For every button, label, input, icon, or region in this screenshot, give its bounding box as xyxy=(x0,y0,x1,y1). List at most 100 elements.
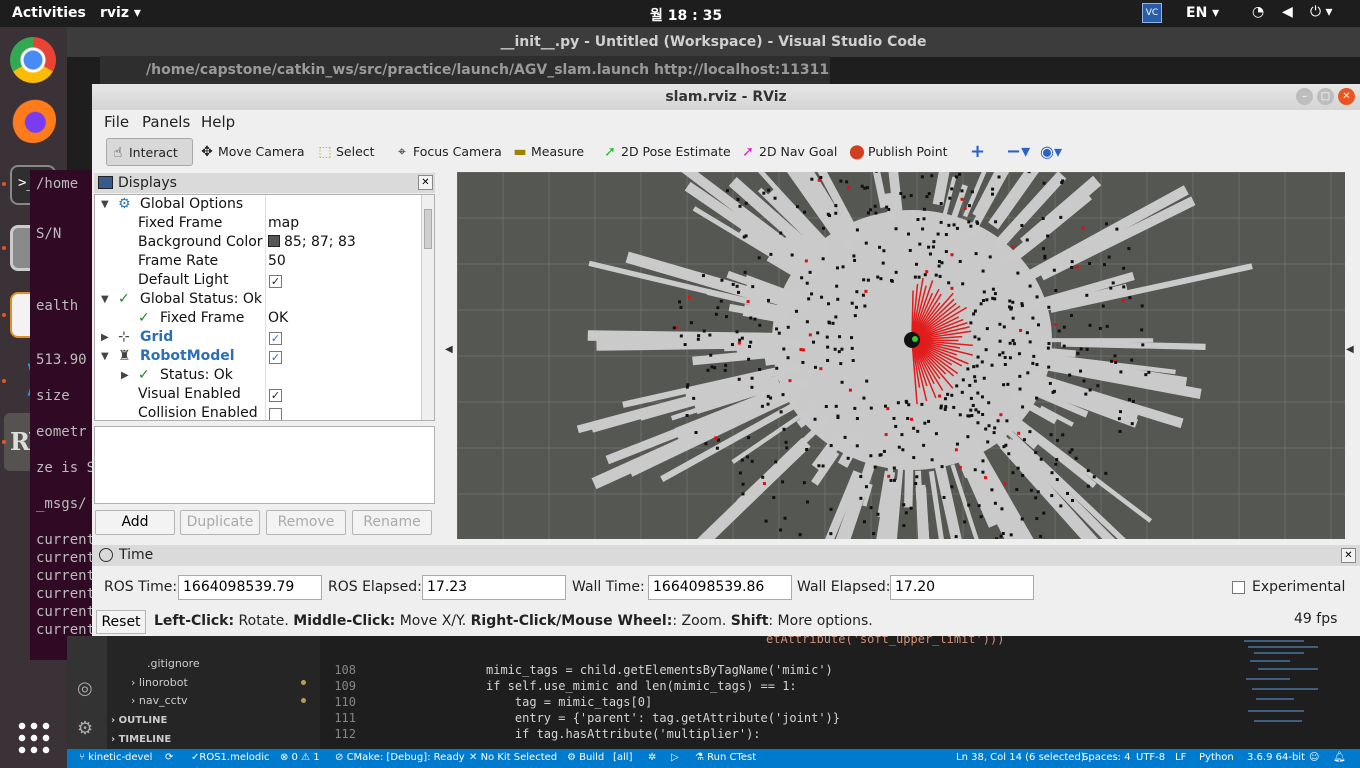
sync-icon[interactable]: ⟳ xyxy=(165,752,173,763)
problems-status[interactable]: ⊗ 0 ⚠ 1 xyxy=(280,752,320,763)
volume-icon[interactable]: ◀ xyxy=(1282,4,1293,20)
remove-display-button[interactable]: Remove xyxy=(266,510,346,535)
encoding[interactable]: UTF-8 xyxy=(1136,752,1165,763)
ros-time-field[interactable]: 1664098539.79 xyxy=(178,575,322,600)
maximize-button[interactable]: □ xyxy=(1317,88,1334,105)
feedback-icon[interactable]: ☺ xyxy=(1309,752,1319,763)
expand-arrow-icon[interactable]: ▼ xyxy=(101,294,109,305)
minimap[interactable] xyxy=(1228,636,1348,750)
collapse-left-panel-arrow-icon[interactable]: ◀ xyxy=(445,344,453,355)
wall-time-field[interactable]: 1664098539.86 xyxy=(648,575,792,600)
build-target[interactable]: [all] xyxy=(613,752,633,763)
remove-tool-button[interactable]: −▾ xyxy=(1006,138,1030,166)
grid-checkbox[interactable]: ✓ xyxy=(269,332,282,345)
rename-display-button[interactable]: Rename xyxy=(352,510,432,535)
row-value[interactable]: 50 xyxy=(268,253,286,269)
tree-row-visual-enabled[interactable]: Visual Enabled ✓ xyxy=(95,386,421,405)
tree-row-status-fixed-frame[interactable]: ✓ Fixed Frame OK xyxy=(95,310,421,329)
expand-arrow-icon[interactable]: ▼ xyxy=(101,199,109,210)
explorer-item[interactable]: › nav_cctv xyxy=(131,694,188,707)
menu-help[interactable]: Help xyxy=(201,113,235,131)
launch-window-title[interactable]: /home/capstone/catkin_ws/src/practice/la… xyxy=(100,56,830,84)
tree-row-robot-model[interactable]: ▼ ♜ RobotModel ✓ xyxy=(95,348,421,367)
language-mode[interactable]: Python xyxy=(1199,752,1234,763)
row-value[interactable]: map xyxy=(268,215,299,231)
view-eye-icon[interactable]: ◉▾ xyxy=(1040,138,1062,166)
tree-row-default-light[interactable]: Default Light ✓ xyxy=(95,272,421,291)
close-button[interactable]: ✕ xyxy=(1338,88,1355,105)
clock[interactable]: 월 18 : 35 xyxy=(650,5,722,25)
nav-goal-tool-button[interactable]: ➚ 2D Nav Goal xyxy=(737,138,837,166)
language-indicator[interactable]: EN ▾ xyxy=(1186,5,1219,21)
tree-row-grid[interactable]: ▶ ⊹ Grid ✓ xyxy=(95,329,421,348)
tree-row-global-options[interactable]: ▼ ⚙ Global Options xyxy=(95,196,421,215)
tree-row-background-color[interactable]: Background Color 85; 87; 83 xyxy=(95,234,421,253)
collapse-right-panel-arrow-icon[interactable]: ◀ xyxy=(1346,344,1354,355)
tree-row-collision-enabled[interactable]: Collision Enabled xyxy=(95,405,421,420)
ctest-button[interactable]: ⚗ Run CTest xyxy=(695,752,756,763)
select-tool-button[interactable]: ⬚ Select xyxy=(314,138,374,166)
experimental-checkbox[interactable] xyxy=(1232,581,1245,594)
tree-row-frame-rate[interactable]: Frame Rate 50 xyxy=(95,253,421,272)
publish-point-tool-button[interactable]: ⬤ Publish Point xyxy=(846,138,947,166)
displays-close-button[interactable]: ✕ xyxy=(418,175,433,190)
activities-button[interactable]: Activities xyxy=(12,5,86,21)
code-editor[interactable]: etAttribute('soft_upper_limit'))) 108 mim… xyxy=(320,632,1220,750)
app-menu[interactable]: rviz ▾ xyxy=(100,5,141,21)
notifications-icon[interactable]: 🔔︎ xyxy=(1333,752,1346,763)
measure-tool-button[interactable]: ▬ Measure xyxy=(509,138,584,166)
timeline-section[interactable]: › TIMELINE xyxy=(111,734,171,745)
add-tool-button[interactable]: + xyxy=(970,138,985,166)
build-button[interactable]: ⚙ Build xyxy=(567,752,604,763)
displays-tree[interactable]: ▼ ⚙ Global Options Fixed Frame map Backgrou… xyxy=(94,194,435,421)
show-applications-icon[interactable] xyxy=(16,720,50,754)
robot-model-checkbox[interactable]: ✓ xyxy=(269,351,282,364)
add-display-button[interactable]: Add xyxy=(95,510,175,535)
eol[interactable]: LF xyxy=(1175,752,1186,763)
scrollbar-thumb[interactable] xyxy=(424,209,432,249)
reset-button[interactable]: Reset xyxy=(96,610,146,634)
power-icon[interactable]: ⏻ ▾ xyxy=(1310,4,1333,20)
explorer-item[interactable]: › linorobot xyxy=(131,676,188,689)
explorer-item[interactable]: .gitignore xyxy=(147,657,200,670)
collapse-arrow-icon[interactable]: ▶ xyxy=(121,370,129,381)
run-icon[interactable]: ▷ xyxy=(671,752,679,763)
workspace-indicator-icon[interactable]: VC xyxy=(1142,3,1162,23)
minimize-button[interactable]: – xyxy=(1296,88,1313,105)
chrome-icon[interactable] xyxy=(10,37,56,83)
branch-status[interactable]: ⑂ kinetic-devel xyxy=(79,752,152,763)
interpreter[interactable]: 3.6.9 64-bit xyxy=(1247,752,1305,763)
tree-row-fixed-frame[interactable]: Fixed Frame map xyxy=(95,215,421,234)
settings-gear-icon[interactable]: ⚙ xyxy=(77,718,93,739)
cursor-position[interactable]: Ln 38, Col 14 (6 selected) xyxy=(956,752,1085,763)
pose-estimate-tool-button[interactable]: ➚ 2D Pose Estimate xyxy=(599,138,731,166)
menu-panels[interactable]: Panels xyxy=(142,113,190,131)
tree-row-global-status[interactable]: ▼ ✓ Global Status: Ok xyxy=(95,291,421,310)
tree-row-status-ok[interactable]: ▶ ✓ Status: Ok xyxy=(95,367,421,386)
visual-enabled-checkbox[interactable]: ✓ xyxy=(269,389,282,402)
debug-icon[interactable]: ✲ xyxy=(648,752,656,763)
time-close-button[interactable]: ✕ xyxy=(1341,548,1356,563)
account-icon[interactable]: ◎ xyxy=(77,678,93,699)
wall-elapsed-field[interactable]: 17.20 xyxy=(890,575,1034,600)
3d-render-view[interactable] xyxy=(457,172,1345,539)
tree-scrollbar[interactable] xyxy=(421,195,434,420)
cmake-status[interactable]: ⊘ CMake: [Debug]: Ready xyxy=(335,752,465,763)
collision-enabled-checkbox[interactable] xyxy=(269,408,282,420)
ros-elapsed-field[interactable]: 17.23 xyxy=(422,575,566,600)
default-light-checkbox[interactable]: ✓ xyxy=(269,275,282,288)
move-camera-tool-button[interactable]: ✥ Move Camera xyxy=(196,138,304,166)
expand-arrow-icon[interactable]: ▼ xyxy=(101,351,109,362)
wifi-icon[interactable]: ◔ xyxy=(1252,4,1264,20)
color-swatch[interactable] xyxy=(268,235,280,247)
kit-status[interactable]: ✕ No Kit Selected xyxy=(469,752,557,763)
indentation[interactable]: Spaces: 4 xyxy=(1082,752,1131,763)
row-value[interactable]: 85; 87; 83 xyxy=(268,234,356,250)
ros-status[interactable]: ✓ROS1.melodic xyxy=(191,752,270,763)
duplicate-display-button[interactable]: Duplicate xyxy=(180,510,260,535)
menu-file[interactable]: File xyxy=(104,113,129,131)
outline-section[interactable]: › OUTLINE xyxy=(111,715,167,726)
interact-tool-button[interactable]: ☝ Interact xyxy=(106,138,193,166)
focus-camera-tool-button[interactable]: ⌖ Focus Camera xyxy=(391,138,502,166)
collapse-arrow-icon[interactable]: ▶ xyxy=(101,332,109,343)
